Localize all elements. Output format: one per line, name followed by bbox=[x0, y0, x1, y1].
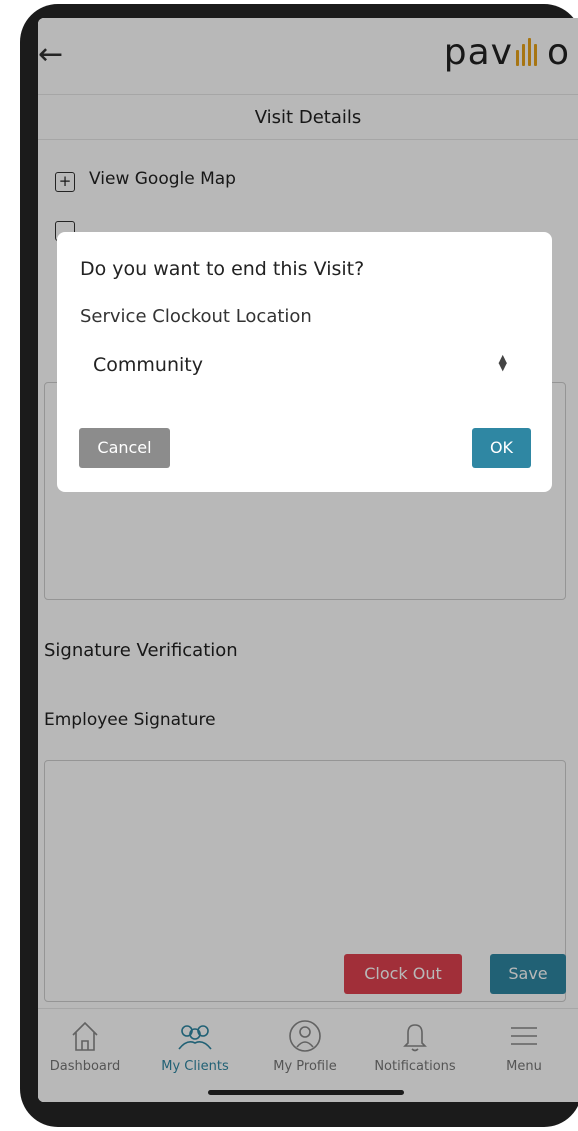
ok-button[interactable]: OK bbox=[472, 428, 531, 468]
cancel-button[interactable]: Cancel bbox=[79, 428, 170, 468]
clockout-location-select[interactable]: Community ▲ ▼ bbox=[87, 342, 523, 386]
dialog-question: Do you want to end this Visit? bbox=[80, 258, 365, 280]
clockout-location-value: Community bbox=[93, 354, 203, 376]
end-visit-dialog: Do you want to end this Visit? Service C… bbox=[57, 232, 552, 492]
home-indicator bbox=[208, 1090, 404, 1095]
app-screen: ← pav o Visit Details + View Google Map Si… bbox=[38, 18, 578, 1102]
select-arrows-icon: ▲ ▼ bbox=[498, 352, 507, 373]
clockout-location-label: Service Clockout Location bbox=[80, 306, 312, 327]
modal-backdrop[interactable] bbox=[38, 18, 578, 1102]
